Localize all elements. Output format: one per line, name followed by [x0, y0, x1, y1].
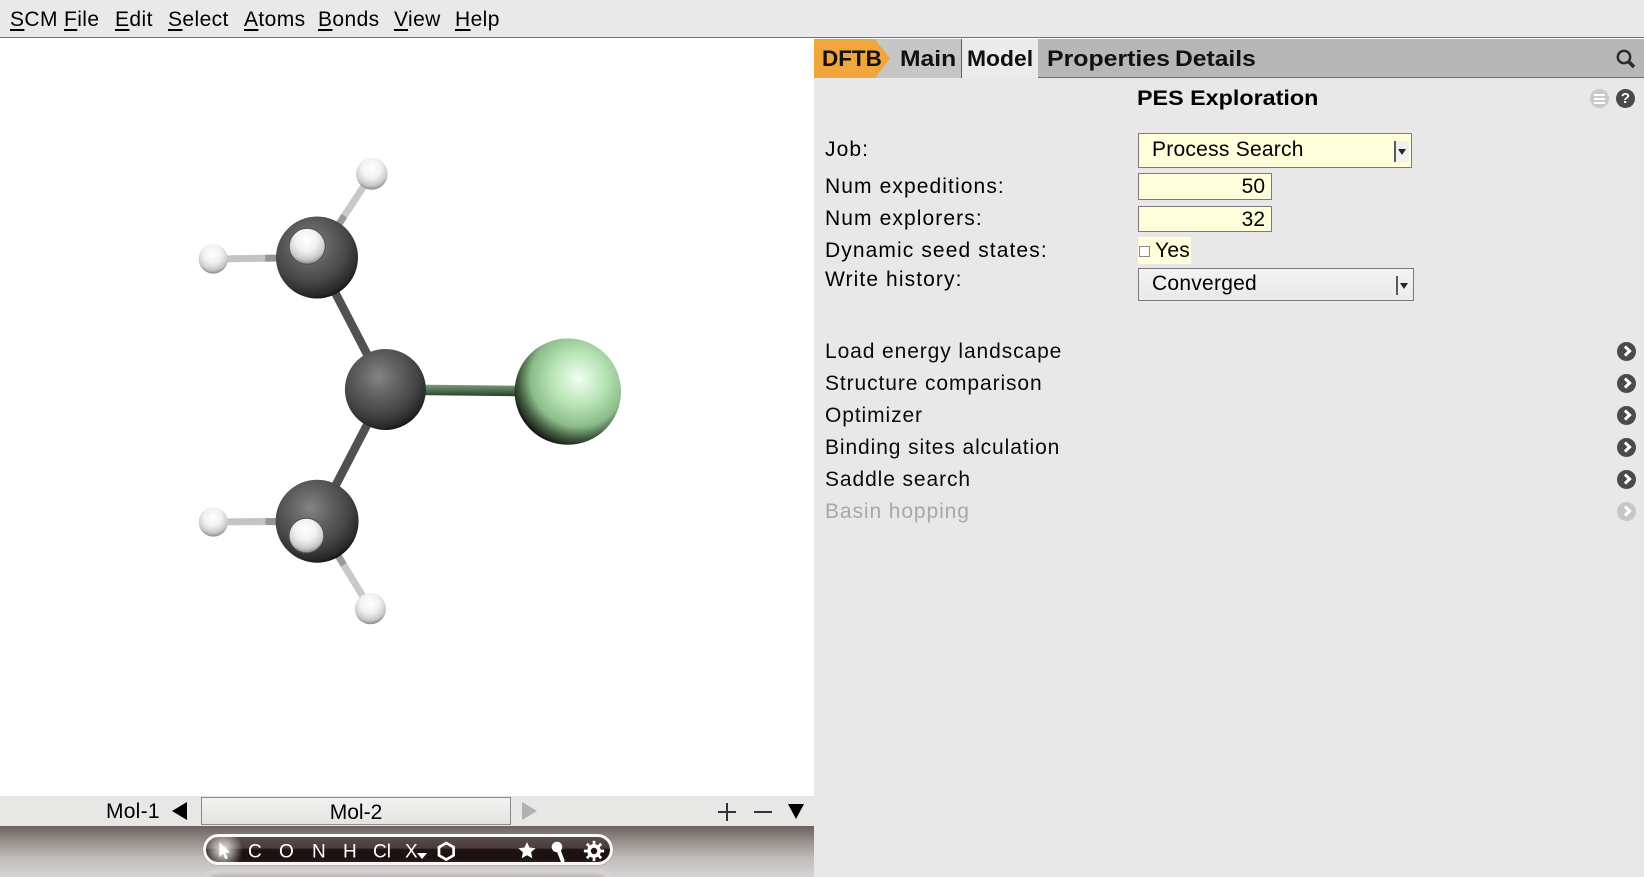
svg-text:H: H: [343, 842, 357, 863]
svg-text:O: O: [279, 842, 294, 863]
svg-text:Cl: Cl: [373, 842, 391, 863]
svg-text:C: C: [248, 842, 262, 863]
svg-text:X: X: [405, 842, 418, 863]
svg-text:N: N: [312, 842, 326, 863]
